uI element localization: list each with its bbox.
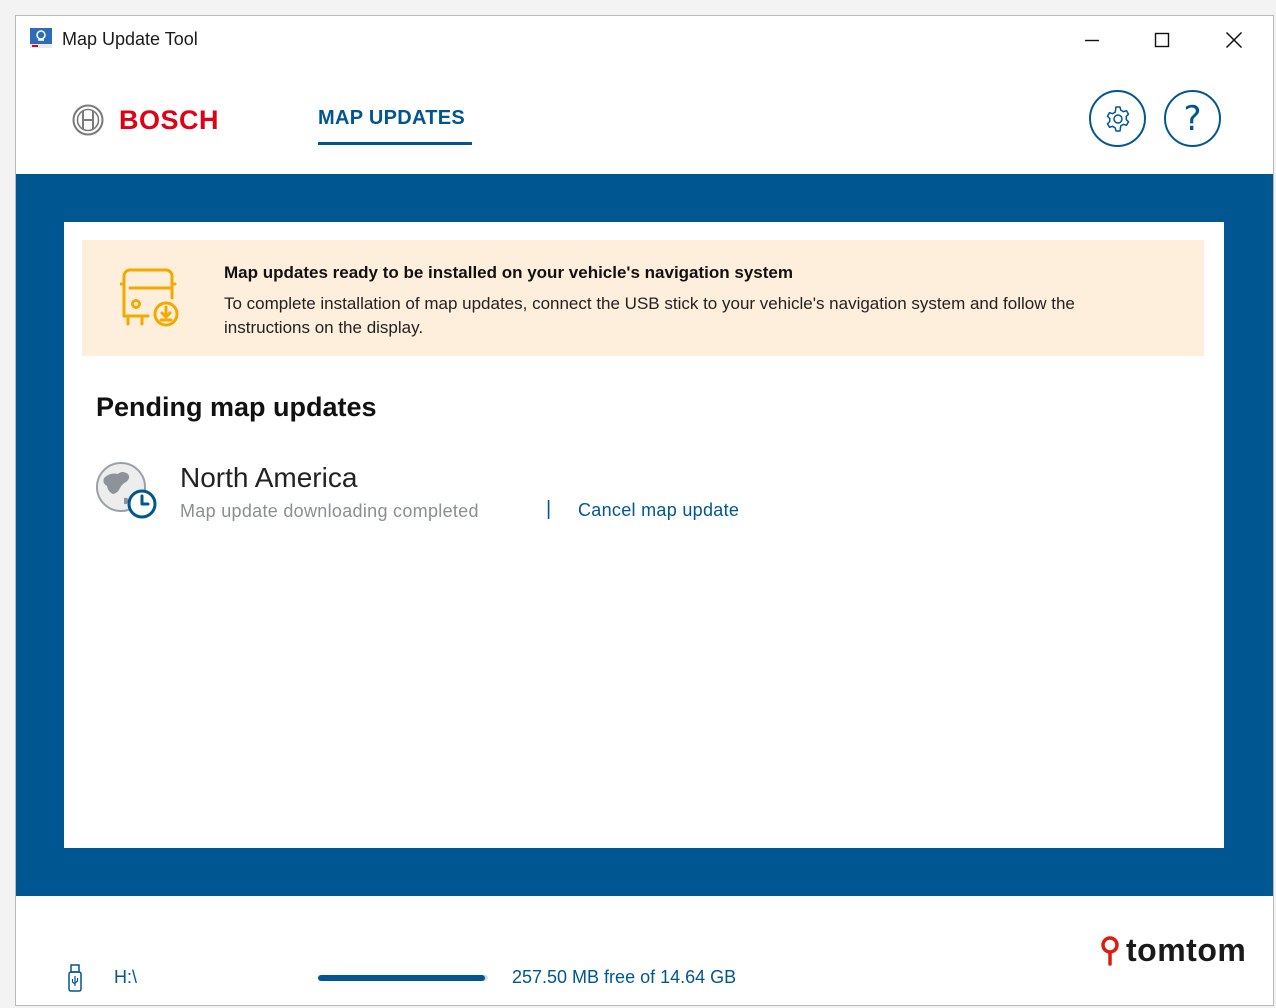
location-pin-icon — [1101, 936, 1119, 966]
title-bar[interactable]: Map Update Tool — [16, 16, 1273, 64]
footer: H:\ 257.50 MB free of 14.64 GB tomtom — [16, 896, 1273, 1005]
cancel-map-update-link[interactable]: Cancel map update — [578, 500, 739, 521]
status-separator: | — [546, 498, 552, 520]
storage-usage-fill — [318, 975, 485, 981]
section-title: Pending map updates — [96, 392, 377, 422]
notice-title: Map updates ready to be installed on you… — [224, 263, 793, 282]
storage-free-text: 257.50 MB free of 14.64 GB — [512, 967, 737, 987]
tomtom-logo-text: tomtom — [1126, 932, 1247, 968]
region-name: North America — [180, 462, 358, 493]
drive-label: H:\ — [114, 967, 138, 987]
globe-clock-icon — [96, 462, 157, 519]
minimize-button[interactable] — [1057, 16, 1127, 64]
settings-button[interactable] — [1089, 90, 1146, 147]
vehicle-download-icon — [120, 268, 179, 327]
window-title: Map Update Tool — [62, 29, 198, 49]
app-window: Map Update Tool BOSCH MAP UPDATES ? Map … — [15, 15, 1274, 1006]
storage-usage-bar — [318, 975, 488, 981]
bosch-armature-logo — [72, 104, 104, 136]
tab-map-updates[interactable]: MAP UPDATES — [318, 107, 465, 130]
close-icon — [1225, 31, 1243, 49]
content-band: Map updates ready to be installed on you… — [16, 174, 1273, 896]
app-header: BOSCH MAP UPDATES ? — [16, 64, 1273, 174]
gear-icon — [1106, 105, 1129, 132]
brand-name: BOSCH — [119, 105, 220, 135]
install-notice: Map updates ready to be installed on you… — [82, 240, 1204, 356]
maximize-icon — [1154, 32, 1170, 48]
maximize-button[interactable] — [1127, 16, 1197, 64]
active-tab-indicator — [318, 142, 472, 145]
app-icon — [30, 28, 52, 48]
close-button[interactable] — [1199, 16, 1269, 64]
minimize-icon — [1085, 39, 1099, 42]
notice-body: To complete installation of map updates,… — [224, 294, 1075, 337]
help-button[interactable]: ? — [1164, 90, 1221, 147]
region-status: Map update downloading completed — [180, 501, 479, 521]
content-panel: Map updates ready to be installed on you… — [64, 222, 1224, 848]
question-mark-icon: ? — [1183, 98, 1202, 139]
usb-stick-icon — [68, 964, 82, 992]
